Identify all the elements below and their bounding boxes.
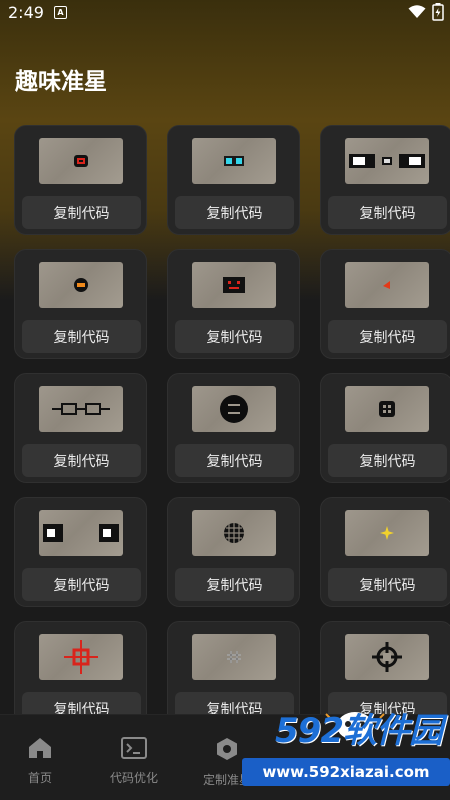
crosshair-preview[interactable] [345, 138, 429, 184]
crosshair-preview[interactable] [39, 634, 123, 680]
crosshair-preview[interactable] [39, 510, 123, 556]
watermark-brand: 592软件园 [275, 711, 443, 751]
crosshair-card: 复制代码 [167, 249, 300, 359]
status-bar: 2:49 A [0, 0, 450, 24]
crosshair-preview[interactable] [192, 386, 276, 432]
battery-icon [432, 3, 444, 21]
copy-code-button[interactable]: 复制代码 [175, 320, 294, 353]
orange-dot-icon [74, 278, 88, 292]
two-eyes-icon [43, 524, 119, 542]
status-time: 2:49 [8, 2, 44, 22]
crosshair-card: 复制代码 [14, 125, 147, 235]
crosshair-preview[interactable] [192, 138, 276, 184]
red-arrow-icon [383, 281, 390, 289]
red-face-icon [223, 277, 245, 293]
crosshair-card: 复制代码 [320, 125, 450, 235]
home-icon [29, 738, 51, 758]
crosshair-grid: 复制代码 复制代码 复制代码 复制代码 复制代码 复制代码 复制代码 复制代码 … [14, 125, 450, 715]
crosshair-card: 复制代码 [167, 373, 300, 483]
copy-code-button[interactable]: 复制代码 [22, 692, 141, 715]
crosshair-preview[interactable] [39, 386, 123, 432]
nav-item-code-optimize[interactable]: 代码优化 [110, 737, 158, 786]
copy-code-button[interactable]: 复制代码 [22, 568, 141, 601]
cyan-rectangle-icon [224, 156, 244, 166]
crosshair-preview[interactable] [192, 634, 276, 680]
copy-code-button[interactable]: 复制代码 [328, 568, 447, 601]
crosshair-preview[interactable] [39, 262, 123, 308]
copy-code-button[interactable]: 复制代码 [328, 320, 447, 353]
site-watermark: 592软件园 www.592xiazai.com [230, 700, 450, 800]
crosshair-card: 复制代码 [14, 249, 147, 359]
crosshair-card: 复制代码 [320, 497, 450, 607]
crosshair-preview[interactable] [345, 634, 429, 680]
page-title: 趣味准星 [15, 69, 107, 95]
copy-code-button[interactable]: 复制代码 [22, 444, 141, 477]
black-circle-face-icon [220, 395, 248, 423]
glasses-icon [52, 403, 110, 415]
crosshair-preview[interactable] [192, 262, 276, 308]
crosshair-card: 复制代码 [167, 125, 300, 235]
crosshair-preview[interactable] [345, 510, 429, 556]
crosshair-card: 复制代码 [167, 497, 300, 607]
copy-code-button[interactable]: 复制代码 [175, 444, 294, 477]
crosshair-preview[interactable] [192, 510, 276, 556]
copy-code-button[interactable]: 复制代码 [175, 568, 294, 601]
terminal-icon [121, 737, 147, 759]
crosshair-preview[interactable] [39, 138, 123, 184]
crosshair-preview[interactable] [345, 262, 429, 308]
crosshair-card: 复制代码 [14, 497, 147, 607]
copy-code-button[interactable]: 复制代码 [22, 196, 141, 229]
watermark-url: www.592xiazai.com [242, 758, 450, 786]
copy-code-button[interactable]: 复制代码 [328, 196, 447, 229]
hash-icon [227, 651, 241, 663]
nav-label-code-optimize: 代码优化 [110, 771, 159, 785]
three-boxes-icon [349, 154, 425, 168]
crosshair-preview[interactable] [345, 386, 429, 432]
sim-notification-icon: A [53, 5, 67, 19]
yellow-star-icon [380, 526, 394, 540]
crosshair-card: 复制代码 [14, 621, 147, 715]
red-square-icon [74, 155, 88, 167]
copy-code-button[interactable]: 复制代码 [328, 444, 447, 477]
nav-label-home: 首页 [28, 771, 53, 785]
red-crosshair-icon [64, 640, 98, 674]
copy-code-button[interactable]: 复制代码 [175, 196, 294, 229]
small-grid-icon [379, 401, 395, 417]
crosshair-card: 复制代码 [320, 249, 450, 359]
black-cross-icon [372, 642, 402, 672]
crosshair-card: 复制代码 [320, 373, 450, 483]
globe-icon [224, 523, 244, 543]
crosshair-card: 复制代码 [14, 373, 147, 483]
copy-code-button[interactable]: 复制代码 [22, 320, 141, 353]
nav-item-home[interactable]: 首页 [28, 737, 52, 786]
wifi-icon [408, 5, 426, 18]
